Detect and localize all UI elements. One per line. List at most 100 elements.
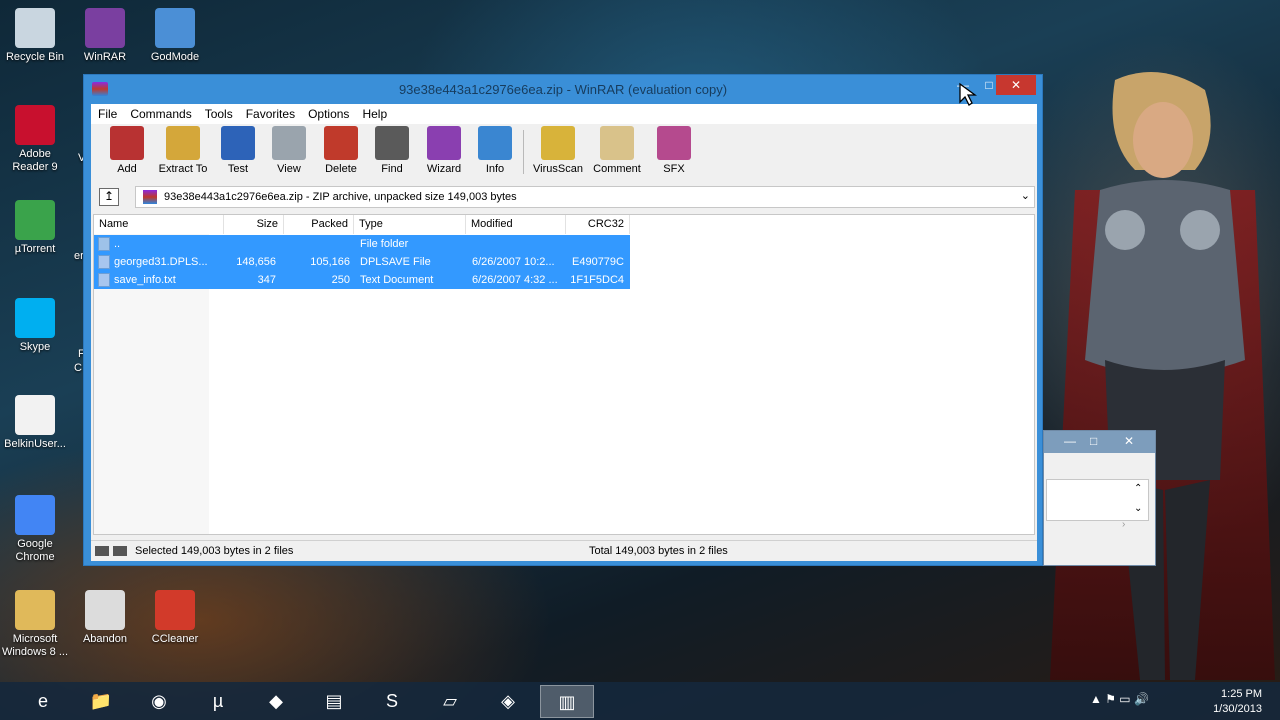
cell-name: ..	[114, 238, 121, 250]
cell-modified: 6/26/2007 10:2...	[472, 256, 555, 268]
desktop-icon-abandon[interactable]: Abandon	[70, 590, 140, 646]
scroll-up-icon[interactable]: ⌃	[1134, 483, 1142, 494]
desktop-icon-winrar[interactable]: WinRAR	[70, 8, 140, 64]
close-button[interactable]: ✕	[996, 75, 1036, 95]
background-minimize-button[interactable]: —	[1064, 434, 1076, 448]
wizard-button[interactable]: Wizard	[416, 126, 472, 175]
status-selected: Selected 149,003 bytes in 2 files	[135, 545, 294, 557]
desktop-app-icon	[15, 200, 55, 240]
desktop-icon-label: CCleaner	[151, 633, 199, 645]
up-folder-button[interactable]: ↥	[99, 188, 119, 206]
window-titlebar[interactable]: 93e38e443a1c2976e6ea.zip - WinRAR (evalu…	[84, 75, 1042, 104]
window-title: 93e38e443a1c2976e6ea.zip - WinRAR (evalu…	[398, 82, 728, 97]
info-button[interactable]: Info	[467, 126, 523, 175]
toolbar-label: Info	[485, 163, 505, 175]
info-icon	[478, 126, 512, 160]
comment-button[interactable]: Comment	[589, 126, 645, 175]
test-icon	[221, 126, 255, 160]
desktop-icon-ccleaner[interactable]: CCleaner	[140, 590, 210, 646]
add-button[interactable]: Add	[99, 126, 155, 175]
extract-to-button[interactable]: Extract To	[155, 126, 211, 175]
background-close-button[interactable]: ✕	[1124, 434, 1134, 448]
toolbar-label: Find	[381, 163, 403, 175]
table-row[interactable]: save_info.txt 347 250 Text Document 6/26/200…	[94, 271, 630, 289]
file-icon	[98, 255, 110, 269]
address-field[interactable]: 93e38e443a1c2976e6ea.zip - ZIP archive, …	[135, 186, 1035, 208]
menu-file[interactable]: File	[98, 107, 117, 121]
background-window-titlebar: — □ ✕	[1044, 431, 1155, 453]
desktop-icon-microsoft-windows-8[interactable]: Microsoft Windows 8 ...	[0, 590, 70, 659]
toolbar-label: View	[277, 163, 301, 175]
menu-tools[interactable]: Tools	[205, 107, 233, 121]
find-icon	[375, 126, 409, 160]
desktop-icon-label: Skype	[19, 341, 51, 353]
find-button[interactable]: Find	[364, 126, 420, 175]
address-path: 93e38e443a1c2976e6ea.zip - ZIP archive, …	[164, 191, 517, 203]
desktop-icon-label: Abandon	[82, 633, 128, 645]
cell-name: save_info.txt	[114, 274, 176, 286]
taskbar-utorrent-icon[interactable]: µ	[191, 685, 245, 718]
toolbar-label: Comment	[593, 163, 641, 175]
toolbar-label: SFX	[663, 163, 685, 175]
virusscan-button[interactable]: VirusScan	[530, 126, 586, 175]
address-dropdown-icon[interactable]: ⌄	[1021, 189, 1030, 202]
menu-help[interactable]: Help	[362, 107, 387, 121]
column-header-modified[interactable]: Modified	[466, 215, 566, 234]
cell-type: File folder	[360, 238, 409, 250]
taskbar-file-explorer-icon[interactable]: 📁	[74, 685, 128, 718]
cell-type: Text Document	[360, 274, 434, 286]
system-tray[interactable]: ▲ ⚑ ▭ 🔊	[1090, 692, 1149, 706]
cell-size: 347	[257, 274, 276, 286]
desktop-icon-adobe-reader-9[interactable]: Adobe Reader 9	[0, 105, 70, 174]
table-row[interactable]: .. File folder	[94, 235, 630, 253]
column-header-size[interactable]: Size	[224, 215, 284, 234]
taskbar-skype-icon[interactable]: S	[365, 685, 419, 718]
desktop-icon-google-chrome[interactable]: Google Chrome	[0, 495, 70, 564]
view-button[interactable]: View	[261, 126, 317, 175]
taskbar-internet-explorer-icon[interactable]: e	[16, 685, 70, 718]
menu-bar: File Commands Tools Favorites Options Help	[91, 104, 1037, 124]
desktop-icon-belkinuser[interactable]: BelkinUser...	[0, 395, 70, 451]
window-client: File Commands Tools Favorites Options Help Ad…	[91, 104, 1037, 561]
extract-to-icon	[166, 126, 200, 160]
toolbar-label: Test	[227, 163, 249, 175]
sfx-button[interactable]: SFX	[646, 126, 702, 175]
desktop-icon-label: GodMode	[150, 51, 200, 63]
taskbar: e 📁 ◉ µ ◆ ▤ S ▱ ◈ ▥ ▲ ⚑ ▭ 🔊 1:25 PM 1/30/2013	[0, 682, 1280, 720]
column-header-crc32[interactable]: CRC32	[566, 215, 630, 234]
desktop-icon-skype[interactable]: Skype	[0, 298, 70, 354]
desktop-icon-recycle-bin[interactable]: Recycle Bin	[0, 8, 70, 64]
test-button[interactable]: Test	[210, 126, 266, 175]
taskbar-winrar-icon[interactable]: ▥	[540, 685, 594, 718]
desktop-icon--torrent[interactable]: µTorrent	[0, 200, 70, 256]
winrar-window: 93e38e443a1c2976e6ea.zip - WinRAR (evalu…	[83, 74, 1043, 566]
desktop-icon-label: WinRAR	[83, 51, 127, 63]
scroll-down-icon[interactable]: ⌄	[1134, 503, 1142, 514]
taskbar-clock[interactable]: 1:25 PM 1/30/2013	[1213, 687, 1262, 717]
file-icon	[98, 273, 110, 287]
drive-key-icon[interactable]	[95, 546, 127, 556]
taskbar-app9-icon[interactable]: ◈	[481, 685, 535, 718]
menu-favorites[interactable]: Favorites	[246, 107, 295, 121]
delete-button[interactable]: Delete	[313, 126, 369, 175]
menu-options[interactable]: Options	[308, 107, 349, 121]
column-header-packed[interactable]: Packed	[284, 215, 354, 234]
desktop-app-icon	[15, 8, 55, 48]
taskbar-app6-icon[interactable]: ▤	[307, 685, 361, 718]
taskbar-app5-icon[interactable]: ◆	[249, 685, 303, 718]
scroll-right-icon[interactable]: ›	[1122, 519, 1125, 530]
taskbar-app8-icon[interactable]: ▱	[423, 685, 477, 718]
column-header-name[interactable]: Name	[94, 215, 224, 234]
desktop-icon-godmode[interactable]: GodMode	[140, 8, 210, 64]
wizard-icon	[427, 126, 461, 160]
mouse-cursor-icon	[959, 82, 977, 106]
taskbar-chrome-icon[interactable]: ◉	[132, 685, 186, 718]
menu-commands[interactable]: Commands	[130, 107, 191, 121]
toolbar-label: Extract To	[158, 163, 208, 175]
table-row[interactable]: georged31.DPLS... 148,656 105,166 DPLSAVE F…	[94, 253, 630, 271]
cell-crc: E490779C	[572, 256, 624, 268]
desktop-icon-label: µTorrent	[14, 243, 56, 255]
background-maximize-button[interactable]: □	[1090, 434, 1097, 448]
column-header-type[interactable]: Type	[354, 215, 466, 234]
desktop-app-icon	[15, 395, 55, 435]
